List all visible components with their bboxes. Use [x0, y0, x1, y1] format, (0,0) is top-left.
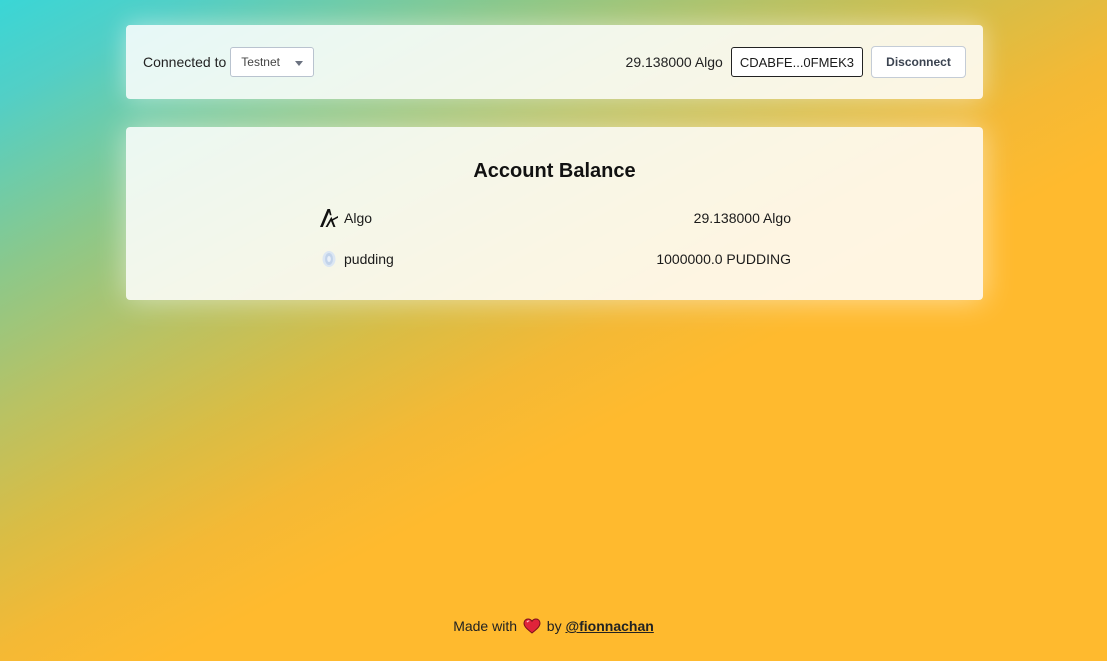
wallet-address-button[interactable]: CDABFE...0FMEK3	[730, 47, 863, 77]
asset-amount: 1000000.0 PUDDING	[656, 251, 791, 267]
asset-name: pudding	[344, 251, 394, 267]
network-select[interactable]: Testnet	[230, 47, 315, 77]
network-select-value: Testnet	[241, 55, 280, 69]
footer-made-with: Made with	[453, 618, 517, 634]
asset-name: Algo	[344, 210, 373, 226]
author-link[interactable]: @fionnachan	[565, 618, 653, 634]
account-balance-title: Account Balance	[473, 160, 636, 182]
asset-row-algo: Algo 29.138000 Algo	[319, 207, 791, 229]
wallet-header: Connected to Testnet 29.138000 Algo CDAB…	[126, 25, 983, 99]
account-balance-card: Account Balance Algo 29.138000 Algo pudd…	[126, 127, 983, 300]
asset-amount: 29.138000 Algo	[693, 210, 791, 226]
asset-row-pudding: pudding 1000000.0 PUDDING	[319, 248, 791, 270]
footer: Made with by @fionnachan	[0, 618, 1107, 637]
disconnect-button[interactable]: Disconnect	[871, 46, 966, 78]
connected-to-label: Connected to	[143, 54, 227, 70]
chevron-down-icon	[295, 61, 304, 66]
header-balance: 29.138000 Algo	[625, 54, 723, 70]
pudding-token-icon	[319, 249, 339, 269]
footer-by: by	[546, 618, 562, 634]
algorand-logo-icon	[319, 208, 339, 228]
heart-icon	[523, 618, 541, 637]
gradient-background	[0, 0, 1107, 661]
